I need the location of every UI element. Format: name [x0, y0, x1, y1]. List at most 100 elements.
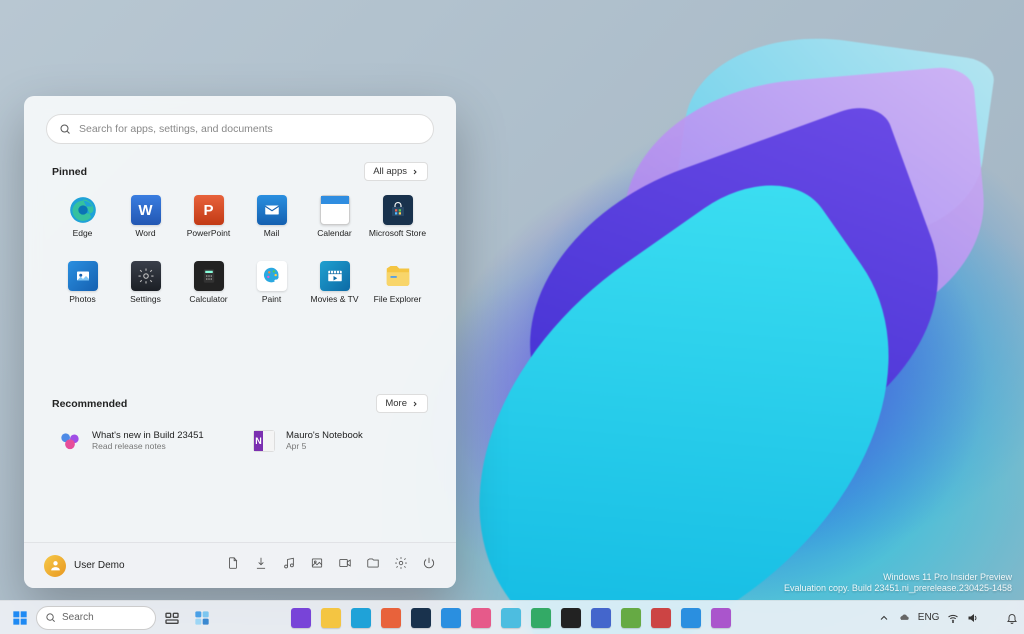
taskbar-center: [287, 604, 735, 632]
pinned-app-paint[interactable]: Paint: [241, 257, 302, 319]
people-icon: [56, 427, 84, 455]
chevron-right-icon: [411, 400, 419, 408]
notifications-icon[interactable]: [1006, 612, 1018, 624]
watermark-line1: Windows 11 Pro Insider Preview: [784, 572, 1012, 583]
tb-edge-icon[interactable]: [347, 604, 375, 632]
tb-app8-icon[interactable]: [677, 604, 705, 632]
all-apps-button[interactable]: All apps: [364, 162, 428, 181]
downloads-icon[interactable]: [254, 556, 268, 575]
pinned-app-settings[interactable]: Settings: [115, 257, 176, 319]
app-label: Movies & TV: [310, 295, 358, 304]
tb-terminal-icon[interactable]: [557, 604, 585, 632]
wifi-icon[interactable]: [947, 612, 959, 624]
power-icon[interactable]: [422, 556, 436, 575]
start-menu: Pinned All apps Edge W Word P PowerPoint Mail…: [24, 96, 456, 588]
settings-gear-icon[interactable]: [394, 556, 408, 575]
folder-icon[interactable]: [366, 556, 380, 575]
tb-app3-icon[interactable]: [497, 604, 525, 632]
word-icon: W: [131, 195, 161, 225]
pinned-grid: Edge W Word P PowerPoint Mail Calendar Microsof…: [52, 191, 428, 319]
app-label: Word: [135, 229, 155, 238]
recommended-title-text: What's new in Build 23451: [92, 431, 204, 441]
app-label: Settings: [130, 295, 161, 304]
search-icon: [59, 123, 71, 135]
language-indicator[interactable]: ENG: [918, 612, 940, 623]
app-label: Calculator: [189, 295, 227, 304]
tb-store-icon[interactable]: [407, 604, 435, 632]
mail-icon: [257, 195, 287, 225]
app-label: Calendar: [317, 229, 352, 238]
pinned-title: Pinned: [52, 166, 87, 178]
task-view-button[interactable]: [158, 604, 186, 632]
pinned-app-powerpoint[interactable]: P PowerPoint: [178, 191, 239, 253]
onedrive-icon[interactable]: [898, 612, 910, 624]
store-icon: [383, 195, 413, 225]
more-label: More: [385, 398, 407, 409]
app-label: Microsoft Store: [369, 229, 426, 238]
tb-app1-icon[interactable]: [377, 604, 405, 632]
system-tray[interactable]: ENG: [874, 612, 1018, 624]
recommended-item[interactable]: What's new in Build 23451Read release no…: [52, 423, 234, 459]
powerpoint-icon: P: [194, 195, 224, 225]
recommended-subtitle: Apr 5: [286, 441, 363, 451]
pinned-app-mail[interactable]: Mail: [241, 191, 302, 253]
videos-icon[interactable]: [338, 556, 352, 575]
calendar-icon: [320, 195, 350, 225]
app-label: Paint: [262, 295, 281, 304]
widgets-icon: [194, 610, 210, 626]
pinned-app-word[interactable]: W Word: [115, 191, 176, 253]
tb-app5-icon[interactable]: [587, 604, 615, 632]
windows-logo-icon: [12, 610, 28, 626]
tb-app7-icon[interactable]: [647, 604, 675, 632]
widgets-button[interactable]: [188, 604, 216, 632]
watermark-line2: Evaluation copy. Build 23451.ni_prerelea…: [784, 583, 1012, 594]
more-button[interactable]: More: [376, 394, 428, 413]
tb-mail-icon[interactable]: [437, 604, 465, 632]
settings-icon: [131, 261, 161, 291]
search-icon: [45, 612, 56, 623]
clock[interactable]: [991, 613, 998, 622]
taskbar-search-label: Search: [62, 612, 94, 623]
tb-chat-icon[interactable]: [287, 604, 315, 632]
recommended-subtitle: Read release notes: [92, 441, 204, 451]
search-input[interactable]: [79, 123, 421, 135]
user-account-button[interactable]: User Demo: [44, 555, 125, 577]
start-search[interactable]: [46, 114, 434, 144]
app-label: PowerPoint: [187, 229, 230, 238]
recommended-list: What's new in Build 23451Read release no…: [52, 423, 428, 459]
app-label: Edge: [73, 229, 93, 238]
taskbar-search[interactable]: Search: [36, 606, 156, 630]
tb-app2-icon[interactable]: [467, 604, 495, 632]
chevron-up-icon[interactable]: [878, 612, 890, 624]
chevron-right-icon: [411, 168, 419, 176]
music-icon[interactable]: [282, 556, 296, 575]
taskbar: Search ENG: [0, 600, 1024, 634]
tb-app6-icon[interactable]: [617, 604, 645, 632]
edge-icon: [68, 195, 98, 225]
volume-icon[interactable]: [967, 612, 979, 624]
start-footer: User Demo: [24, 542, 456, 588]
pinned-app-calendar[interactable]: Calendar: [304, 191, 365, 253]
pictures-icon[interactable]: [310, 556, 324, 575]
pinned-app-calculator[interactable]: Calculator: [178, 257, 239, 319]
pinned-app-edge[interactable]: Edge: [52, 191, 113, 253]
photos-icon: [68, 261, 98, 291]
tb-app9-icon[interactable]: [707, 604, 735, 632]
task-view-icon: [164, 610, 180, 626]
start-button[interactable]: [6, 604, 34, 632]
pinned-app-file-explorer[interactable]: File Explorer: [367, 257, 428, 319]
pinned-app-photos[interactable]: Photos: [52, 257, 113, 319]
explorer-icon: [383, 261, 413, 291]
recommended-title-text: Mauro's Notebook: [286, 431, 363, 441]
tb-explorer-icon[interactable]: [317, 604, 345, 632]
pinned-app-movies-tv[interactable]: Movies & TV: [304, 257, 365, 319]
pinned-app-microsoft-store[interactable]: Microsoft Store: [367, 191, 428, 253]
build-watermark: Windows 11 Pro Insider Preview Evaluatio…: [784, 572, 1012, 595]
app-label: Mail: [264, 229, 280, 238]
onenote-icon: N: [250, 427, 278, 455]
footer-actions: [226, 556, 436, 575]
recommended-item[interactable]: N Mauro's NotebookApr 5: [246, 423, 428, 459]
app-label: Photos: [69, 295, 95, 304]
tb-app4-icon[interactable]: [527, 604, 555, 632]
documents-icon[interactable]: [226, 556, 240, 575]
